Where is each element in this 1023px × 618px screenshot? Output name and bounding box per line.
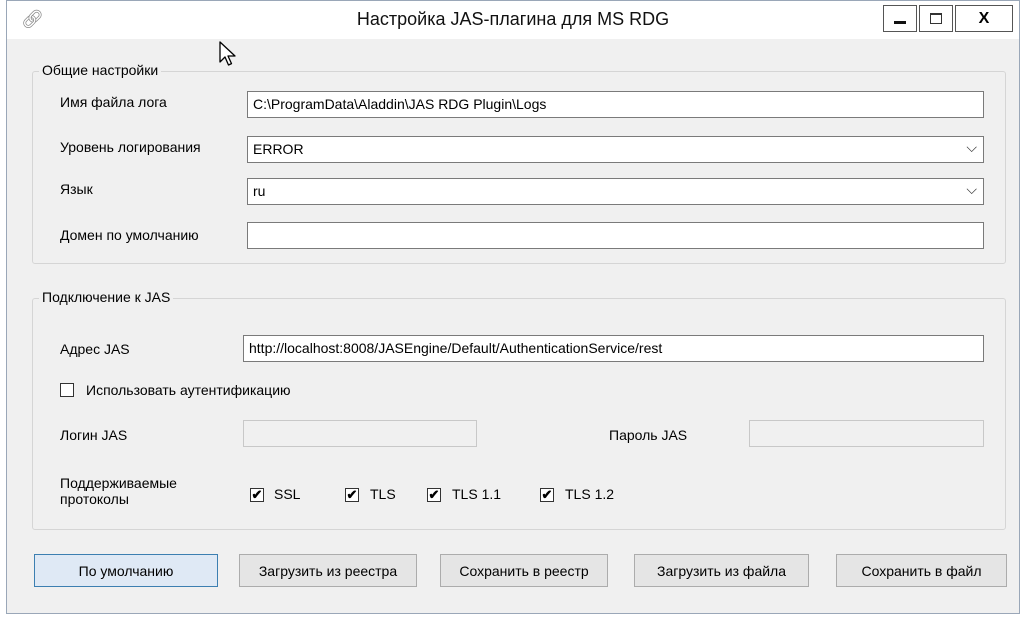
language-label: Язык: [60, 181, 93, 197]
protocols-label-line1: Поддерживаемые: [60, 475, 177, 491]
use-auth-checkbox[interactable]: [60, 383, 74, 397]
log-level-label: Уровень логирования: [60, 139, 201, 155]
jas-password-label: Пароль JAS: [609, 427, 688, 443]
jas-connection-legend: Подключение к JAS: [39, 289, 174, 305]
language-value: ru: [253, 183, 266, 199]
protocols-label-line2: протоколы: [60, 491, 129, 507]
maximize-button[interactable]: [919, 5, 953, 32]
log-file-label: Имя файла лога: [60, 94, 167, 110]
minimize-icon: [894, 21, 906, 24]
log-level-select[interactable]: ERROR ⌵: [247, 136, 984, 163]
window-title: Настройка JAS-плагина для MS RDG: [356, 9, 670, 29]
jas-password-input[interactable]: [749, 420, 984, 447]
mouse-pointer-icon: [219, 41, 236, 66]
tls11-checkbox[interactable]: ✔: [427, 488, 441, 502]
jas-connection-group: Подключение к JAS: [32, 289, 1006, 530]
tls-checkbox[interactable]: ✔: [345, 488, 359, 502]
save-to-registry-button[interactable]: Сохранить в реестр: [440, 554, 608, 587]
chevron-down-icon: ⌵: [966, 139, 977, 155]
defaults-button[interactable]: По умолчанию: [34, 554, 218, 587]
default-domain-label: Домен по умолчанию: [60, 227, 199, 243]
ssl-label[interactable]: SSL: [274, 486, 300, 502]
settings-window: 🔗︎ Настройка JAS-плагина для MS RDG X Об…: [6, 0, 1020, 614]
chevron-down-icon: ⌵: [966, 181, 977, 197]
jas-login-input[interactable]: [243, 420, 477, 447]
protocols-label: Поддерживаемые протоколы: [60, 475, 177, 507]
log-level-value: ERROR: [253, 141, 304, 157]
language-select[interactable]: ru ⌵: [247, 178, 984, 205]
default-domain-input[interactable]: [247, 222, 984, 249]
title-bar[interactable]: 🔗︎ Настройка JAS-плагина для MS RDG X: [7, 1, 1019, 39]
save-to-file-button[interactable]: Сохранить в файл: [836, 554, 1007, 587]
close-button[interactable]: X: [955, 5, 1013, 32]
tls12-checkbox[interactable]: ✔: [540, 488, 554, 502]
general-settings-legend: Общие настройки: [39, 62, 162, 78]
use-auth-label[interactable]: Использовать аутентификацию: [86, 382, 291, 398]
ssl-checkbox[interactable]: ✔: [250, 488, 264, 502]
tls11-label[interactable]: TLS 1.1: [452, 486, 501, 502]
log-file-input[interactable]: C:\ProgramData\Aladdin\JAS RDG Plugin\Lo…: [247, 91, 984, 118]
load-from-registry-button[interactable]: Загрузить из реестра: [239, 554, 417, 587]
tls-label[interactable]: TLS: [370, 486, 396, 502]
maximize-icon: [930, 13, 942, 24]
minimize-button[interactable]: [883, 5, 917, 32]
jas-address-label: Адрес JAS: [60, 341, 130, 357]
tls12-label[interactable]: TLS 1.2: [565, 486, 614, 502]
jas-address-input[interactable]: http://localhost:8008/JASEngine/Default/…: [243, 335, 984, 362]
jas-login-label: Логин JAS: [60, 427, 128, 443]
load-from-file-button[interactable]: Загрузить из файла: [634, 554, 809, 587]
